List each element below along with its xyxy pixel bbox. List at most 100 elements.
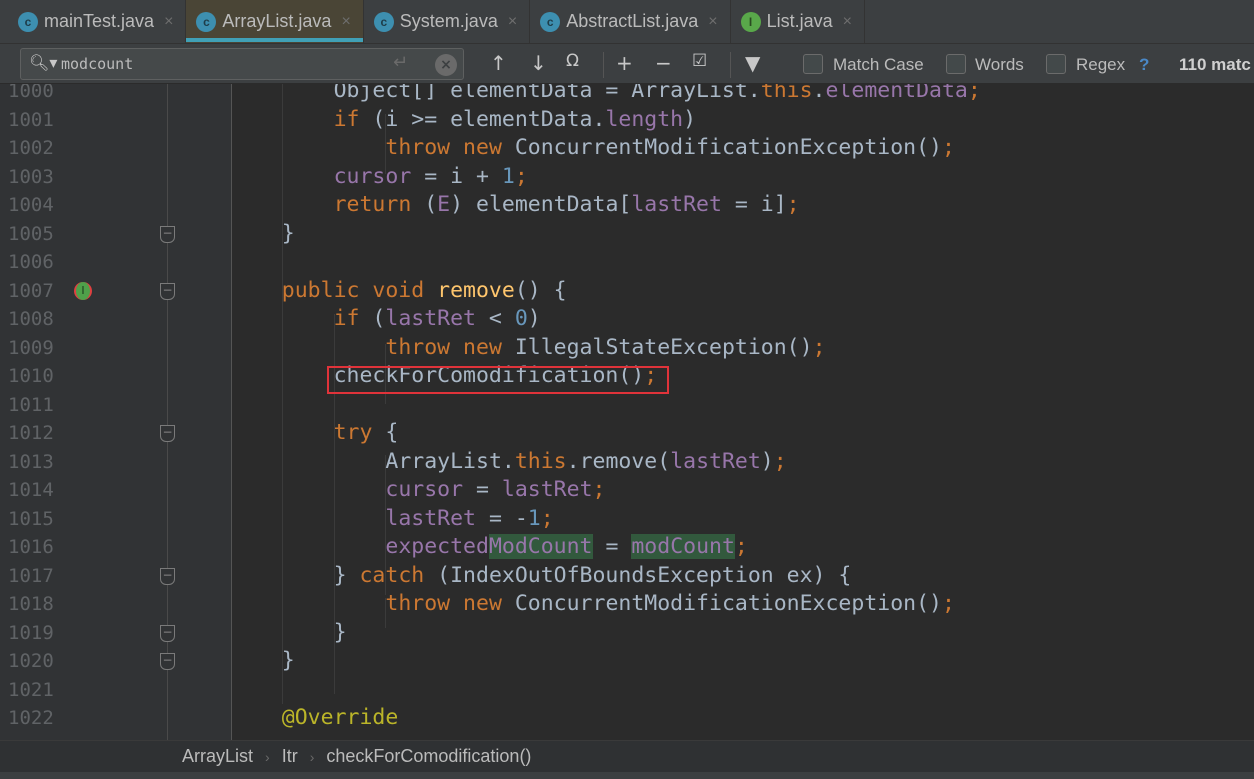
close-icon[interactable]: × <box>341 13 350 31</box>
divider <box>603 52 604 78</box>
code-token: ; <box>967 84 981 103</box>
fold-line <box>167 84 168 740</box>
code-token: ) <box>683 106 697 132</box>
toggle-occurrences-icon[interactable]: ☑ <box>692 51 707 71</box>
code-token: .remove( <box>566 448 671 474</box>
remove-occurrence-icon[interactable]: − <box>655 51 672 75</box>
code-line: } <box>282 220 295 248</box>
class-icon: c <box>540 11 561 32</box>
line-number: 1015 <box>8 507 54 530</box>
chevron-right-icon: › <box>309 748 315 765</box>
code-token: ) elementData[ <box>450 192 632 217</box>
clear-search-icon[interactable]: × <box>435 54 457 76</box>
code-editor[interactable]: 1000 Object[] elementData = ArrayList.thi… <box>0 84 1254 740</box>
highlight-box <box>327 366 669 394</box>
line-number: 1021 <box>8 678 54 701</box>
line-number: 1004 <box>8 194 54 216</box>
words-label[interactable]: Words <box>975 55 1024 75</box>
code-token: lastRet <box>670 448 761 474</box>
tab-label: AbstractList.java <box>566 11 699 31</box>
line-number: 1003 <box>8 165 54 188</box>
search-input[interactable] <box>61 53 391 75</box>
code-line: throw new ConcurrentModificationExceptio… <box>385 134 955 162</box>
select-all-occurrences-icon[interactable]: Ω <box>566 51 579 71</box>
class-icon: c <box>196 11 217 32</box>
code-token: 0 <box>514 306 528 331</box>
breadcrumb-item[interactable]: checkForComodification() <box>326 746 531 767</box>
tab-label: ArrayList.java <box>222 11 332 31</box>
code-token: = i] <box>721 192 787 217</box>
code-token: < <box>475 306 515 331</box>
implements-marker-icon[interactable]: I <box>74 281 92 300</box>
code-token: ; <box>773 448 787 474</box>
tab-label: mainTest.java <box>44 11 155 31</box>
code-token: { <box>372 420 399 445</box>
newline-icon[interactable]: ↵ <box>393 52 408 73</box>
code-token: } <box>281 220 295 246</box>
code-token: remove <box>437 277 515 303</box>
code-token: lastRet <box>385 505 476 531</box>
fold-marker-icon[interactable]: − <box>160 282 175 300</box>
code-token: throw new <box>385 334 502 360</box>
code-token: throw new <box>385 591 502 616</box>
line-number: 1014 <box>8 479 54 501</box>
code-line: cursor = i + 1; <box>334 163 528 191</box>
match-case-checkbox[interactable] <box>803 54 823 74</box>
close-icon[interactable]: × <box>508 13 517 31</box>
code-token: ( <box>359 306 386 331</box>
code-token: = - <box>476 505 528 531</box>
code-token: Object[] elementData = ArrayList. <box>333 84 761 103</box>
close-icon[interactable]: × <box>164 13 173 31</box>
code-token: ConcurrentModificationException() <box>501 591 942 616</box>
code-token: modCount <box>631 534 735 559</box>
close-icon[interactable]: × <box>843 13 852 31</box>
filter-icon[interactable]: ▼ <box>745 51 760 75</box>
close-icon[interactable]: × <box>708 13 717 31</box>
fold-marker-icon[interactable]: − <box>160 567 175 585</box>
code-token: ; <box>540 505 554 531</box>
code-line: } catch (IndexOutOfBoundsException ex) { <box>334 562 852 590</box>
next-occurrence-icon[interactable]: ↓ <box>530 51 547 75</box>
code-token: } <box>281 648 295 673</box>
code-token: lastRet <box>501 477 593 502</box>
status-strip <box>0 772 1254 779</box>
code-token: elementData <box>825 84 968 103</box>
fold-marker-icon[interactable]: − <box>160 425 175 442</box>
code-token: 1 <box>527 505 541 531</box>
line-number: 1008 <box>8 308 54 330</box>
code-token: this <box>760 84 813 103</box>
regex-label[interactable]: Regex <box>1076 55 1125 75</box>
line-number: 1006 <box>8 251 54 273</box>
previous-occurrence-icon[interactable]: ↑ <box>490 51 507 75</box>
code-line: } <box>334 619 347 647</box>
fold-marker-icon[interactable]: − <box>160 653 175 670</box>
code-token: = <box>592 534 632 559</box>
add-occurrence-icon[interactable]: + <box>616 51 633 75</box>
code-token: ; <box>734 534 748 559</box>
tab-arraylist[interactable]: c ArrayList.java × <box>186 0 364 43</box>
tab-maintest[interactable]: c mainTest.java × <box>8 0 187 43</box>
class-icon: c <box>373 11 394 32</box>
tab-abstractlist[interactable]: c AbstractList.java × <box>530 0 731 43</box>
code-line: expectedModCount = modCount; <box>385 533 748 561</box>
breadcrumb: ArrayList › Itr › checkForComodification() <box>0 740 1254 772</box>
line-number: 1009 <box>8 336 54 359</box>
breadcrumb-item[interactable]: Itr <box>282 746 298 767</box>
search-field[interactable]: 🔍︎▾ ↵ × <box>20 48 464 80</box>
regex-checkbox[interactable] <box>1046 54 1066 74</box>
match-case-label[interactable]: Match Case <box>833 55 924 75</box>
breadcrumb-item[interactable]: ArrayList <box>182 746 253 767</box>
tab-system[interactable]: c System.java × <box>364 0 531 43</box>
words-checkbox[interactable] <box>946 54 966 74</box>
line-number: 1007 <box>8 279 54 302</box>
line-number: 1012 <box>8 422 54 444</box>
line-number: 1020 <box>8 650 54 672</box>
code-token: = <box>463 477 502 502</box>
code-token: . <box>812 84 826 103</box>
search-icon[interactable]: 🔍︎▾ <box>29 53 57 72</box>
code-token: (i >= elementData. <box>359 106 606 132</box>
regex-help-link[interactable]: ? <box>1139 55 1149 75</box>
fold-marker-icon[interactable]: − <box>160 225 175 243</box>
fold-marker-icon[interactable]: − <box>160 624 175 642</box>
tab-list[interactable]: I List.java × <box>731 0 865 43</box>
